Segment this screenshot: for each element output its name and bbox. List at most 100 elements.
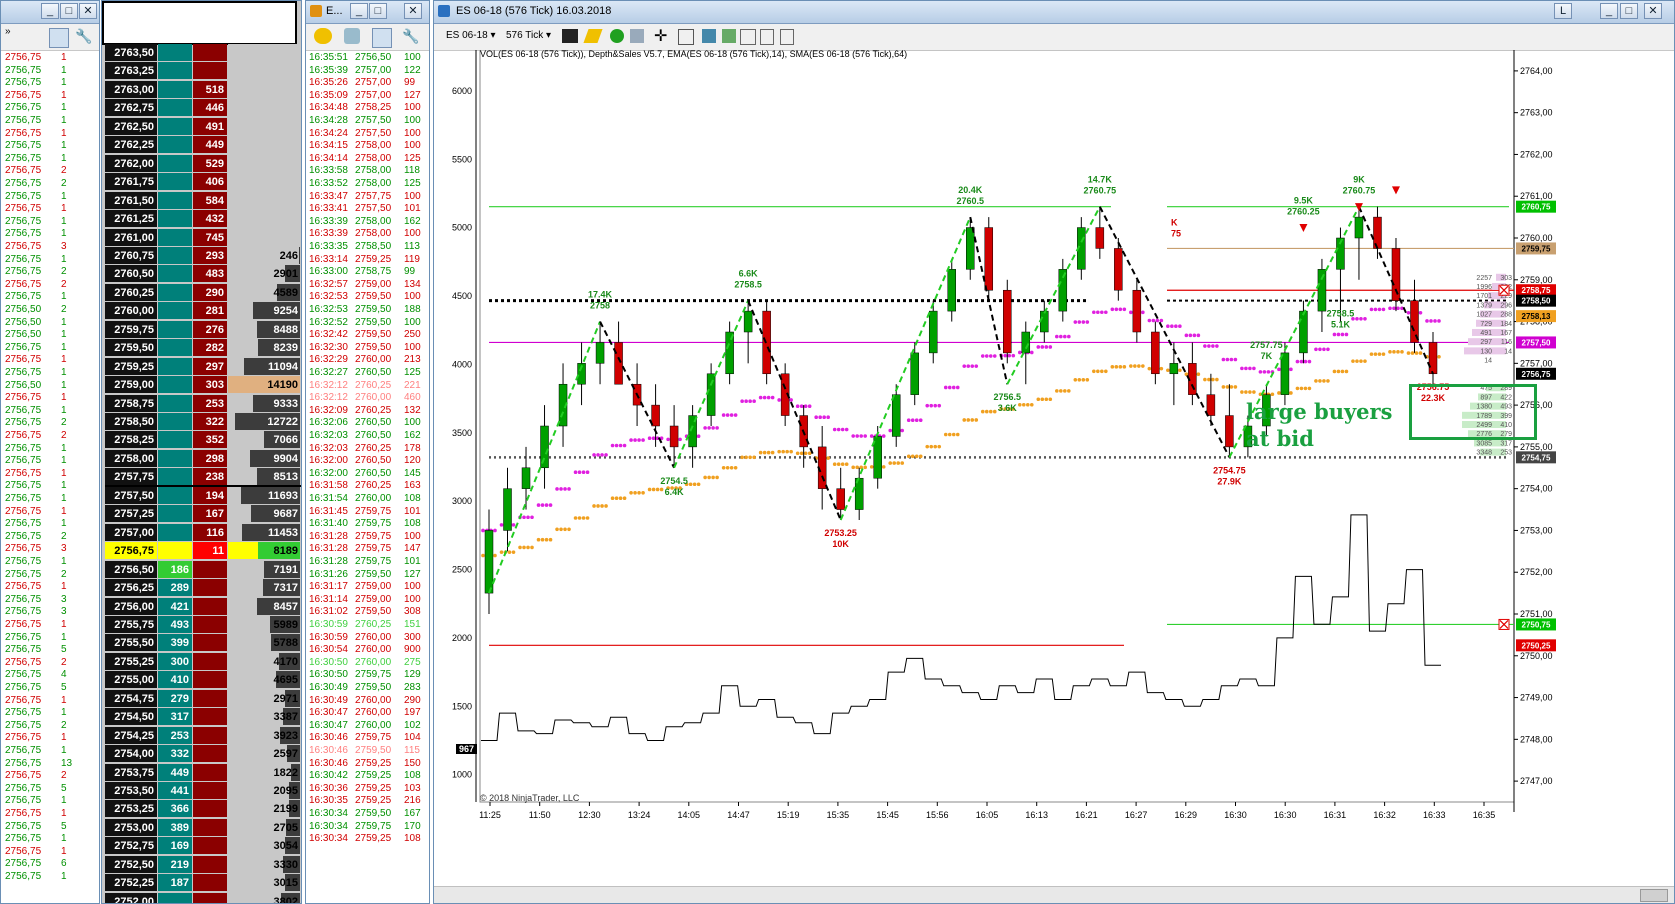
ladder-price[interactable]: 2753,50 (105, 782, 157, 799)
ladder-bid[interactable]: 300 (158, 652, 192, 670)
ladder-ask[interactable]: 352 (193, 431, 227, 449)
ladder-price[interactable]: 2760,25 (105, 283, 157, 301)
ladder-ask[interactable] (193, 782, 227, 799)
tools-icon[interactable] (49, 28, 69, 48)
ladder-ask[interactable]: 293 (193, 246, 227, 264)
ladder-bid[interactable] (158, 431, 192, 449)
ladder-row[interactable]: 2760,25 290 4589 (105, 283, 301, 303)
ladder-bid[interactable]: 186 (158, 560, 192, 578)
ladder-ask[interactable]: 446 (193, 99, 227, 117)
ladder-row[interactable]: 2753,75 449 1822 (105, 763, 301, 783)
ladder-price[interactable]: 2757,00 (105, 523, 157, 541)
ladder-price[interactable]: 2754,50 (105, 708, 157, 726)
ladder-price[interactable]: 2759,50 (105, 339, 157, 357)
ladder-ask[interactable] (193, 634, 227, 652)
minimize-button[interactable]: _ (41, 3, 59, 19)
ladder-price[interactable]: 2761,25 (105, 210, 157, 228)
ladder-ask[interactable]: 194 (193, 486, 227, 504)
ladder-bid[interactable]: 187 (158, 874, 192, 892)
ladder-row[interactable]: 2761,50 584 (105, 191, 301, 211)
ladder-bid[interactable]: 421 (158, 597, 192, 615)
close-button[interactable]: ✕ (1644, 3, 1662, 19)
minimize-button[interactable]: _ (350, 3, 368, 19)
ladder-row[interactable]: 2758,50 322 12722 (105, 413, 301, 432)
ladder-bid[interactable] (158, 44, 192, 61)
ladder-price[interactable]: 2757,75 (105, 468, 157, 486)
tools-icon[interactable] (372, 28, 392, 48)
ladder-bid[interactable] (158, 449, 192, 467)
ladder-ask[interactable] (193, 44, 227, 61)
ladder-ask[interactable] (193, 800, 227, 818)
ladder-bid[interactable]: 493 (158, 615, 192, 633)
ladder-row[interactable]: 2759,75 276 8488 (105, 320, 301, 340)
ladder-ask[interactable] (193, 745, 227, 763)
ladder-bid[interactable] (158, 413, 192, 430)
ladder-price[interactable]: 2752,25 (105, 874, 157, 892)
grid-icon[interactable] (722, 29, 736, 43)
ladder-price[interactable]: 2756,00 (105, 597, 157, 615)
ladder-bid[interactable] (158, 892, 192, 903)
zoom-icon[interactable] (678, 29, 694, 45)
ladder-ask[interactable]: 491 (193, 117, 227, 135)
ladder-ask[interactable]: 276 (193, 320, 227, 338)
ladder-price[interactable]: 2758,00 (105, 449, 157, 467)
ladder-ask[interactable] (193, 615, 227, 633)
ladder-bid[interactable] (158, 339, 192, 357)
ladder-bid[interactable] (158, 357, 192, 375)
ladder-bid[interactable]: 317 (158, 708, 192, 726)
draw-pencil-icon[interactable] (583, 29, 603, 43)
ladder-ask[interactable]: 281 (193, 302, 227, 320)
ladder-ask[interactable]: 584 (193, 191, 227, 209)
price-ladder[interactable]: 2763,50 2763,25 2763,00 518 2762,75 446 2762,5… (105, 44, 301, 903)
ladder-ask[interactable] (193, 560, 227, 578)
price-chart[interactable]: 2764,002763,002762,002761,002760,002759,… (434, 50, 1675, 904)
ladder-ask[interactable]: 303 (193, 376, 227, 394)
ladder-row[interactable]: 2763,00 518 (105, 80, 301, 100)
ladder-bid[interactable]: 279 (158, 689, 192, 707)
ladder-bid[interactable]: 366 (158, 800, 192, 818)
chat-icon[interactable] (314, 28, 332, 44)
ladder-bid[interactable] (158, 468, 192, 486)
link-icon[interactable] (344, 28, 360, 44)
ladder-row[interactable]: 2753,50 441 2095 (105, 782, 301, 801)
ladder-ask[interactable]: 11 (193, 542, 227, 560)
ladder-price[interactable]: 2753,75 (105, 763, 157, 781)
ladder-row[interactable]: 2755,25 300 4170 (105, 652, 301, 672)
ladder-price[interactable]: 2762,50 (105, 117, 157, 135)
crosshair-icon[interactable]: ✛ (654, 26, 667, 46)
trades-titlebar[interactable]: _ □ ✕ (1, 1, 99, 24)
ladder-ask[interactable] (193, 62, 227, 80)
ladder-row[interactable]: 2761,00 745 (105, 228, 301, 248)
ladder-bid[interactable]: 410 (158, 671, 192, 689)
marker-icon[interactable] (610, 29, 624, 43)
link-button[interactable]: L (1554, 3, 1572, 19)
ladder-ask[interactable]: 483 (193, 265, 227, 283)
ladder-row[interactable]: 2760,75 293 246 (105, 246, 301, 266)
ladder-bid[interactable] (158, 283, 192, 301)
close-button[interactable]: ✕ (404, 3, 422, 19)
ladder-ask[interactable]: 116 (193, 523, 227, 541)
ladder-row[interactable]: 2762,25 449 (105, 136, 301, 155)
ladder-price[interactable]: 2762,25 (105, 136, 157, 154)
ladder-row[interactable]: 2754,75 279 2971 (105, 689, 301, 709)
ladder-row[interactable]: 2756,00 421 8457 (105, 597, 301, 617)
ladder-price[interactable]: 2759,00 (105, 376, 157, 394)
close-button[interactable]: ✕ (79, 3, 97, 19)
ladder-ask[interactable] (193, 579, 227, 597)
ladder-ask[interactable]: 449 (193, 136, 227, 154)
ladder-price[interactable]: 2758,75 (105, 394, 157, 412)
ladder-bid[interactable]: 389 (158, 818, 192, 836)
ladder-bid[interactable] (158, 302, 192, 320)
ladder-row[interactable]: 2758,75 253 9333 (105, 394, 301, 414)
ladder-price[interactable]: 2761,75 (105, 173, 157, 191)
ladder-bid[interactable] (158, 505, 192, 523)
ladder-bid[interactable]: 253 (158, 726, 192, 744)
ladder-price[interactable]: 2752,50 (105, 855, 157, 873)
ladder-price[interactable]: 2759,75 (105, 320, 157, 338)
ladder-row[interactable]: 2756,50 186 7191 (105, 560, 301, 580)
ladder-row[interactable]: 2756,25 289 7317 (105, 579, 301, 598)
ladder-price[interactable]: 2755,25 (105, 652, 157, 670)
ladder-bid[interactable] (158, 99, 192, 117)
interval-selector[interactable]: 576 Tick ▾ (506, 30, 551, 41)
ladder-bid[interactable] (158, 246, 192, 264)
